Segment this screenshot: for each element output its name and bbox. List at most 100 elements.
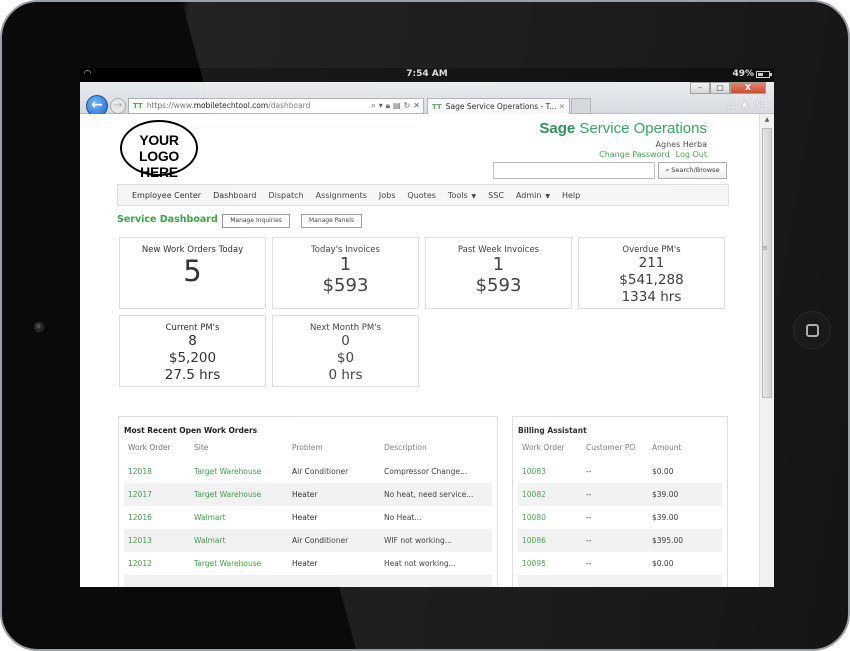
- problem-cell: Heater: [292, 513, 318, 522]
- card-overdue-pms[interactable]: Overdue PM's 211 $541,288 1334 hrs: [578, 237, 725, 309]
- work-orders-panel: Most Recent Open Work Orders Work Order …: [118, 416, 498, 587]
- work-order-link[interactable]: 12016: [124, 506, 190, 529]
- table-row[interactable]: 10083 -- $0.00: [518, 460, 722, 483]
- page-content: YOUR LOGO HERE Sage Service Operations A…: [80, 114, 759, 587]
- col-customer-po: Customer PO: [586, 443, 636, 452]
- card-past-week-invoices[interactable]: Past Week Invoices 1 $593: [425, 237, 572, 309]
- work-orders-table: Work Order Site Problem Description 1201…: [124, 440, 492, 587]
- work-order-link[interactable]: 12017: [124, 483, 190, 506]
- nav-dispatch[interactable]: Dispatch: [263, 191, 310, 200]
- settings-gear-icon[interactable]: ⚙: [755, 100, 764, 111]
- card-new-work-orders[interactable]: New Work Orders Today 5: [119, 237, 266, 309]
- panel-title: Most Recent Open Work Orders: [124, 426, 258, 435]
- work-order-link[interactable]: 10083: [518, 460, 582, 483]
- compat-view-icon[interactable]: ▤: [393, 99, 401, 113]
- search-browse-button[interactable]: ⌕ Search/Browse: [658, 162, 727, 179]
- problem-cell: Heater: [288, 483, 380, 506]
- home-button[interactable]: [793, 311, 831, 349]
- table-row[interactable]: 12012 Target Warehouse Heater Heat not w…: [124, 552, 492, 575]
- search-icon[interactable]: ⌕: [371, 99, 375, 113]
- col-work-order: Work Order: [128, 443, 171, 452]
- work-order-link[interactable]: 10080: [518, 506, 582, 529]
- nav-dashboard[interactable]: Dashboard: [207, 191, 262, 200]
- vertical-scrollbar[interactable]: ▲ ≡: [759, 114, 774, 587]
- panel-title: Billing Assistant: [518, 426, 587, 435]
- po-cell: --: [586, 467, 592, 476]
- main-nav: Employee Center Dashboard Dispatch Assig…: [117, 184, 729, 206]
- battery-percent: 49%: [732, 69, 754, 79]
- nav-quotes[interactable]: Quotes: [401, 191, 442, 200]
- search-input[interactable]: [493, 162, 655, 179]
- new-tab-button[interactable]: [571, 98, 591, 114]
- stop-icon[interactable]: ✕: [413, 99, 420, 113]
- manage-panels-button[interactable]: Manage Panels: [301, 214, 362, 228]
- manage-inquiries-button[interactable]: Manage Inquiries: [222, 214, 290, 228]
- description-cell: No heat, need service...: [380, 483, 492, 506]
- work-order-link[interactable]: 12012: [124, 552, 190, 575]
- tab-favicon: TT: [432, 102, 442, 111]
- site-link[interactable]: Target Warehouse: [190, 483, 288, 506]
- logo-line-1: YOUR: [139, 132, 179, 148]
- log-out-link[interactable]: Log Out: [676, 150, 707, 159]
- nav-tools[interactable]: Tools ▼: [442, 191, 482, 200]
- card-count: 8: [188, 333, 197, 349]
- table-row[interactable]: 10086 -- $395.00: [518, 529, 722, 552]
- minimize-button[interactable]: –: [690, 82, 710, 94]
- tab-close-icon[interactable]: ✕: [559, 100, 569, 114]
- nav-assignments[interactable]: Assignments: [310, 191, 373, 200]
- site-link[interactable]: Target Warehouse: [190, 460, 288, 483]
- browser-tab[interactable]: TT Sage Service Operations - T... ✕: [427, 98, 570, 114]
- site-link[interactable]: Walmart: [190, 506, 288, 529]
- close-window-button[interactable]: X: [730, 82, 766, 94]
- nav-admin[interactable]: Admin ▼: [510, 191, 556, 200]
- table-row[interactable]: 10095 -- $0.00: [518, 552, 722, 575]
- nav-jobs[interactable]: Jobs: [373, 191, 402, 200]
- table-row[interactable]: 12017 Target Warehouse Heater No heat, n…: [124, 483, 492, 506]
- amount-cell: $0.00: [652, 559, 674, 568]
- caret-down-icon: ▼: [469, 192, 477, 200]
- table-row[interactable]: 10080 -- $39.00: [518, 506, 722, 529]
- logo-line-2: LOGO HERE: [138, 148, 180, 180]
- work-order-link[interactable]: 10086: [518, 529, 582, 552]
- card-title: Current PM's: [165, 323, 220, 333]
- app-brand: Sage Service Operations: [539, 120, 707, 137]
- card-next-month-pms[interactable]: Next Month PM's 0 $0 0 hrs: [272, 315, 419, 387]
- favorites-star-icon[interactable]: ★: [740, 100, 749, 111]
- work-order-link[interactable]: 10082: [518, 483, 582, 506]
- maximize-button[interactable]: □: [710, 82, 730, 94]
- lock-icon[interactable]: 🔒︎: [386, 99, 390, 113]
- page-title: Service Dashboard: [117, 214, 218, 225]
- nav-ssc[interactable]: SSC: [482, 191, 510, 200]
- refresh-icon[interactable]: ↻: [404, 99, 411, 113]
- site-link[interactable]: Target Warehouse: [190, 552, 288, 575]
- scrollbar-thumb[interactable]: [762, 128, 772, 398]
- forward-button[interactable]: →: [110, 98, 126, 114]
- amount-cell: $39.00: [648, 483, 722, 506]
- home-icon[interactable]: ⌂: [728, 100, 734, 111]
- site-link[interactable]: Walmart: [190, 529, 288, 552]
- card-current-pms[interactable]: Current PM's 8 $5,200 27.5 hrs: [119, 315, 266, 387]
- dropdown-icon[interactable]: ▾: [379, 99, 383, 113]
- work-order-link[interactable]: 12013: [124, 529, 190, 552]
- work-order-link[interactable]: 10095: [518, 552, 582, 575]
- table-row-partial: [518, 575, 722, 587]
- scroll-up-icon[interactable]: ▲: [760, 114, 774, 126]
- description-cell: No Heat...: [384, 513, 422, 522]
- work-order-link[interactable]: 12018: [124, 460, 190, 483]
- nav-help[interactable]: Help: [556, 191, 586, 200]
- change-password-link[interactable]: Change Password: [599, 150, 670, 159]
- card-todays-invoices[interactable]: Today's Invoices 1 $593: [272, 237, 419, 309]
- table-row[interactable]: 12016 Walmart Heater No Heat...: [124, 506, 492, 529]
- col-amount: Amount: [652, 443, 682, 452]
- nav-employee-center[interactable]: Employee Center: [126, 191, 207, 200]
- description-cell: WIF not working...: [380, 529, 492, 552]
- po-cell: --: [586, 559, 592, 568]
- table-row[interactable]: 10082 -- $39.00: [518, 483, 722, 506]
- card-amount: $0: [336, 350, 355, 366]
- nav-admin-label: Admin: [515, 190, 542, 200]
- company-logo[interactable]: YOUR LOGO HERE: [120, 120, 198, 180]
- table-row[interactable]: 12018 Target Warehouse Air Conditioner C…: [124, 460, 492, 483]
- po-cell: --: [586, 513, 592, 522]
- table-row[interactable]: 12013 Walmart Air Conditioner WIF not wo…: [124, 529, 492, 552]
- address-bar[interactable]: TT https://www. mobiletechtool.com /dash…: [128, 98, 424, 114]
